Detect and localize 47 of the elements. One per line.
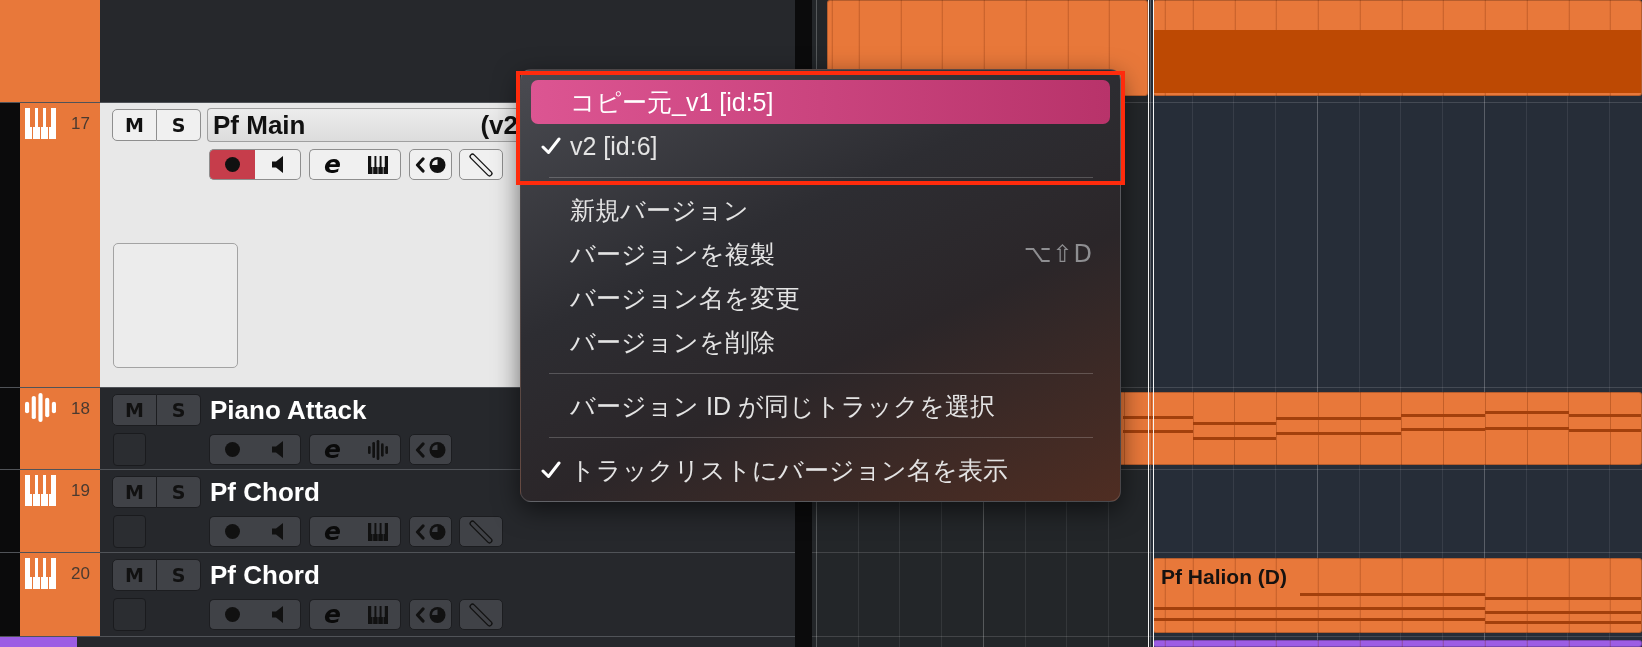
waveform-icon — [367, 439, 388, 460]
track-number: 18 — [71, 398, 90, 420]
arrow-clock-icon — [415, 156, 446, 173]
piano-keys-icon — [25, 475, 56, 506]
piano-keys-icon — [367, 605, 388, 624]
locator-line[interactable] — [1148, 0, 1154, 647]
track-name-field[interactable]: Pf Main (v2 — [207, 108, 519, 142]
slanted-bar-icon — [469, 519, 493, 544]
slanted-bar-icon — [469, 152, 493, 177]
arrow-clock-icon — [415, 523, 446, 540]
record-button[interactable] — [209, 149, 255, 180]
tool-button[interactable] — [459, 149, 503, 180]
edit-channel-button[interactable]: e — [309, 149, 355, 180]
slanted-bar-icon — [469, 602, 493, 627]
piano-keys-icon — [25, 558, 56, 589]
track-name: Piano Attack — [210, 395, 367, 425]
shortcut-text: ⌥⇧D — [1023, 239, 1093, 269]
speaker-icon — [272, 606, 283, 623]
record-icon — [225, 607, 240, 622]
track-number: 19 — [71, 480, 90, 502]
speaker-icon — [272, 523, 283, 540]
empty-picture-frame[interactable] — [113, 243, 238, 368]
track-name: Pf Chord — [210, 560, 320, 590]
waveform-icon — [25, 393, 56, 422]
menu-item[interactable]: コピー元_v1 [id:5] — [531, 80, 1110, 124]
speaker-icon — [272, 441, 283, 458]
piano-keys-icon — [367, 522, 388, 541]
editor-button[interactable] — [355, 149, 401, 180]
monitor-button[interactable] — [255, 149, 301, 180]
piano-keys-icon — [367, 155, 388, 174]
speaker-icon — [272, 156, 283, 173]
track-name: Pf Main — [213, 110, 306, 140]
solo-button[interactable]: S — [157, 109, 201, 141]
record-icon — [225, 157, 240, 172]
event-block[interactable]: Pf Halion (D) — [1153, 558, 1642, 633]
arrow-clock-icon — [415, 606, 446, 623]
time-base-button[interactable] — [409, 149, 452, 180]
mute-button[interactable]: M — [112, 109, 157, 141]
track-name: Pf Chord — [210, 477, 320, 507]
arrow-clock-icon — [415, 441, 446, 458]
track-number: 17 — [71, 113, 90, 135]
record-icon — [225, 442, 240, 457]
piano-keys-icon — [25, 108, 56, 139]
event-name: Pf Halion (D) — [1161, 565, 1287, 589]
version-label: (v2 — [480, 110, 518, 140]
track-number: 20 — [71, 563, 90, 585]
record-icon — [225, 524, 240, 539]
